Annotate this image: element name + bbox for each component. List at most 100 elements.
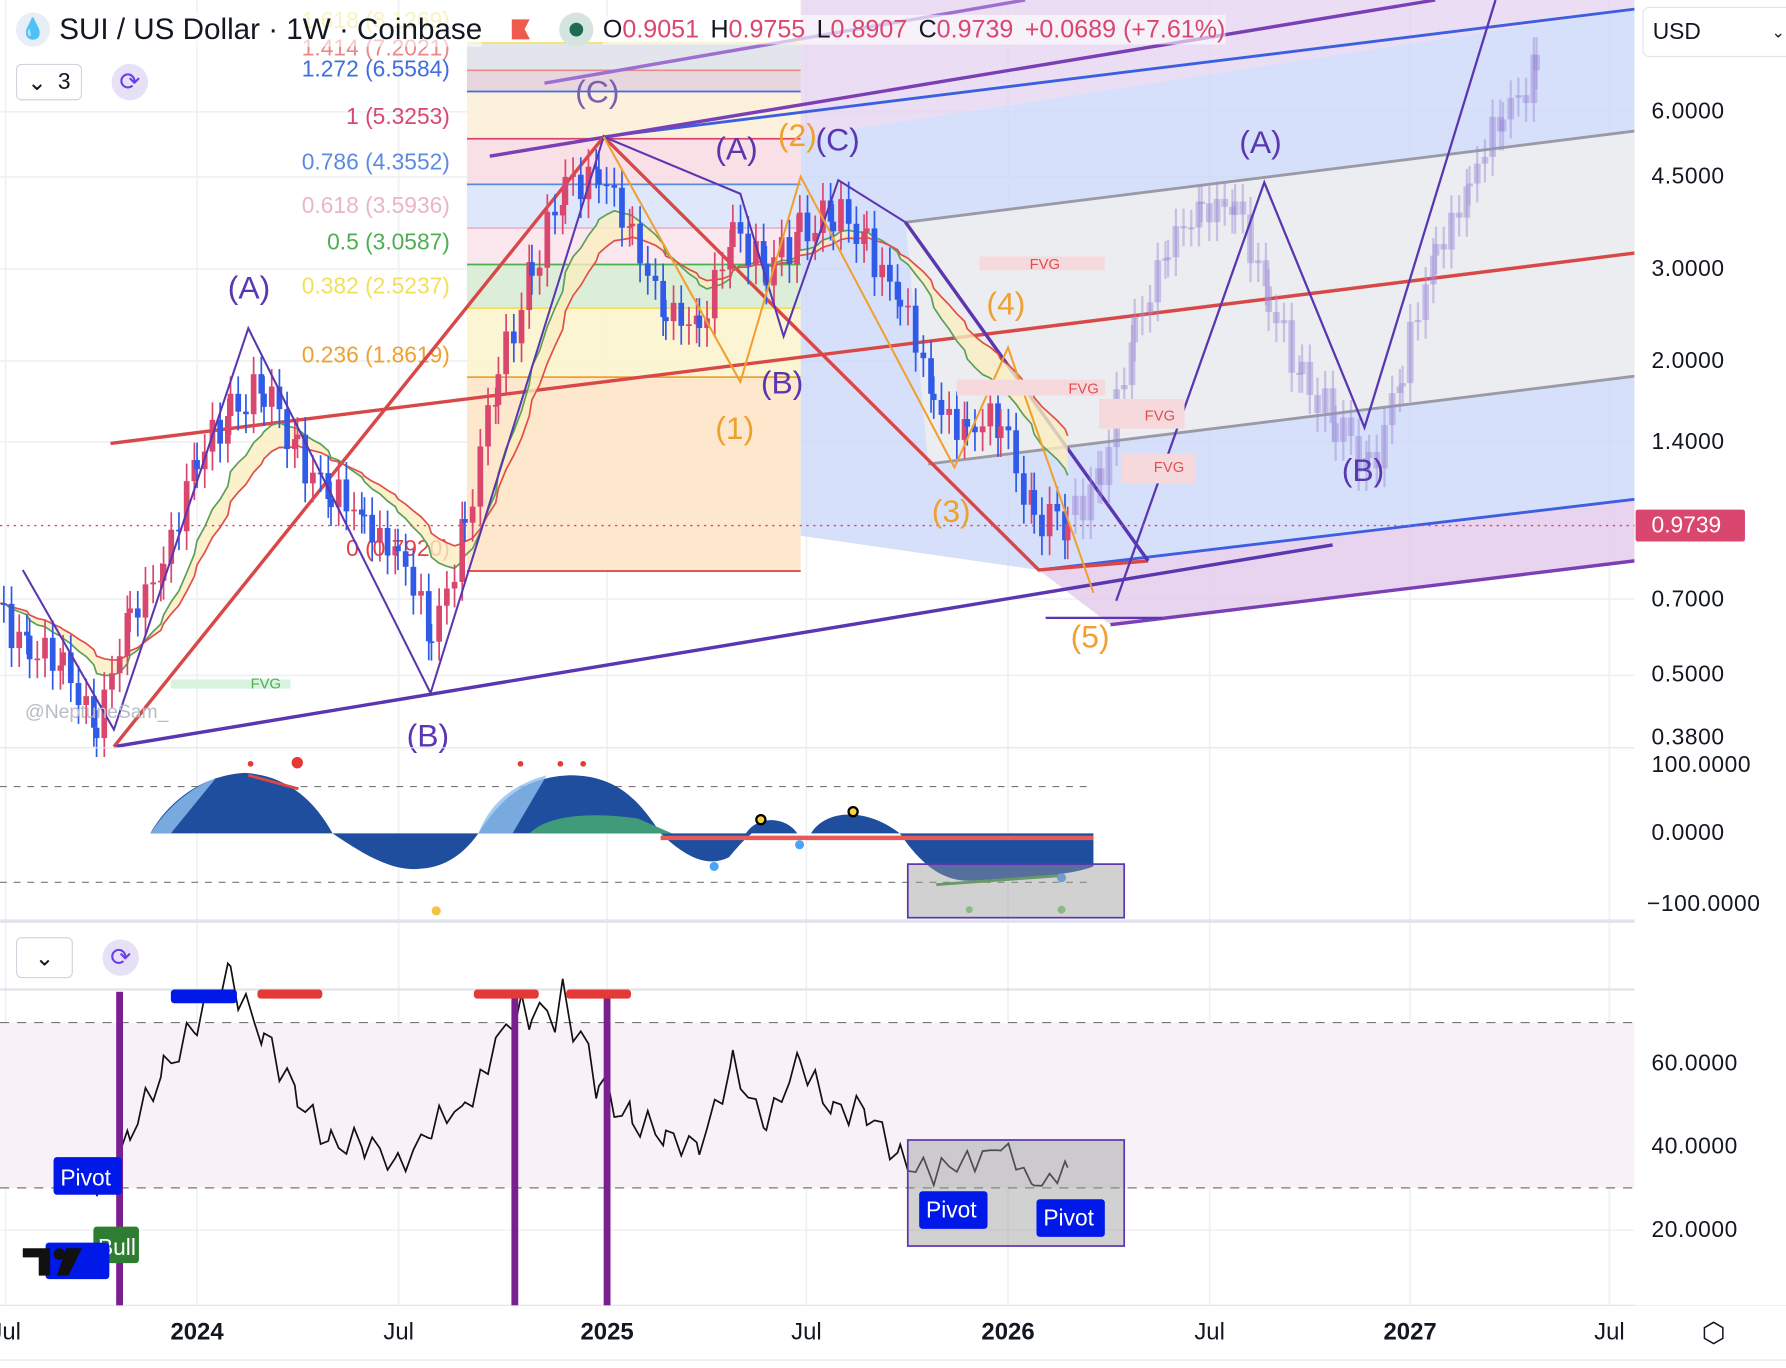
- candle-body: [786, 237, 793, 265]
- candle-body: [0, 603, 7, 606]
- projected-candle: [1339, 417, 1347, 442]
- flag-icon[interactable]: [511, 18, 531, 40]
- candle-body: [328, 499, 334, 508]
- rsi-pane[interactable]: Pivot Pivot Pivot Bull: [0, 961, 1635, 1306]
- candle-body: [235, 393, 242, 412]
- candle-body: [428, 641, 435, 644]
- sync-icon[interactable]: ⟳: [102, 939, 139, 976]
- pane-collapse-button[interactable]: ⌄: [15, 937, 73, 979]
- chart-canvas[interactable]: 1.618 (8.1269)1.414 (7.2021)1.272 (6.558…: [0, 0, 1786, 1368]
- candle-body: [871, 228, 878, 278]
- price-tick: 4.5000: [1651, 164, 1725, 190]
- fvg-label: FVG: [1145, 409, 1175, 425]
- candle-body: [1020, 473, 1027, 505]
- projected-candle: [1239, 201, 1247, 215]
- candle-body: [377, 528, 383, 543]
- watermark: @NeptuneSam_: [25, 701, 169, 723]
- projected-candle: [1466, 183, 1473, 187]
- projected-candle: [1105, 447, 1113, 486]
- fvg-label: FVG: [1154, 460, 1184, 476]
- chart-workspace[interactable]: 1.618 (8.1269)1.414 (7.2021)1.272 (6.558…: [0, 0, 1786, 1368]
- projected-candle: [1097, 468, 1105, 486]
- projected-candle: [1213, 198, 1221, 223]
- time-tick: Jul: [1594, 1318, 1625, 1346]
- wave-label-c: (C): [816, 121, 860, 157]
- projected-candle: [1231, 201, 1239, 215]
- candle-body: [361, 514, 368, 517]
- time-tick: Jul: [791, 1318, 822, 1346]
- candle-body: [611, 185, 618, 188]
- symbol-title[interactable]: SUI / US Dollar · 1W · Coinbase: [59, 11, 483, 47]
- candle-body: [796, 212, 803, 232]
- oscillator-pane[interactable]: [0, 756, 1126, 919]
- last-price-label: 0.9739: [1635, 509, 1745, 542]
- projected-candle: [1414, 319, 1422, 323]
- candle-body: [503, 331, 509, 375]
- candle-body: [570, 174, 576, 177]
- candle-body: [670, 302, 677, 322]
- candle-body: [577, 174, 584, 200]
- candle-body: [629, 223, 636, 227]
- projected-candle: [1205, 203, 1213, 223]
- projected-candle: [1347, 417, 1355, 437]
- rsi-tick: 40.0000: [1651, 1134, 1738, 1160]
- candle-body: [284, 409, 290, 450]
- candle-body: [678, 302, 685, 326]
- wave-label-3: (3): [932, 493, 971, 529]
- candle-body: [830, 221, 837, 232]
- projected-candle: [1321, 388, 1329, 413]
- candle-body: [351, 509, 357, 512]
- candle-body: [845, 199, 852, 224]
- price-tick: 1.4000: [1651, 429, 1725, 455]
- candle-body: [294, 434, 301, 440]
- projected-candle: [1306, 361, 1314, 396]
- settings-icon[interactable]: ⬡: [1702, 1317, 1726, 1350]
- candle-body: [418, 591, 424, 596]
- oscillator-highlight-box[interactable]: [906, 863, 1126, 919]
- wave-label-b: (B): [761, 364, 803, 400]
- candle-body: [395, 546, 401, 552]
- fib-level-label: 0.618 (3.5936): [302, 192, 450, 218]
- candle-body: [979, 426, 986, 433]
- purple-trend-line[interactable]: [113, 543, 1333, 749]
- sync-icon[interactable]: ⟳: [111, 63, 149, 101]
- chevron-down-icon: ⌄: [1771, 22, 1785, 41]
- candle-body: [451, 581, 458, 589]
- projected-candle: [1180, 226, 1187, 229]
- projected-candle: [1288, 320, 1296, 373]
- market-status-icon[interactable]: [559, 11, 594, 47]
- projected-candle: [1198, 201, 1206, 204]
- projected-candle: [1515, 95, 1522, 98]
- rsi-vertical-marker: [603, 991, 611, 1306]
- currency-select[interactable]: USD ⌄: [1642, 6, 1786, 57]
- candle-body: [384, 528, 391, 556]
- candle-body: [495, 374, 502, 405]
- candle-body: [410, 566, 417, 596]
- rsi-tick: 60.0000: [1651, 1051, 1738, 1077]
- fib-band: [466, 264, 801, 309]
- projected-candle: [1071, 495, 1079, 516]
- projected-candle: [1120, 384, 1128, 390]
- candle-body: [637, 223, 643, 264]
- projected-candle: [1079, 495, 1087, 521]
- candle-body: [8, 603, 15, 649]
- candle-body: [544, 211, 551, 268]
- candle-body: [562, 176, 569, 205]
- price-tick: 0.5000: [1651, 662, 1725, 688]
- candle-body: [1005, 426, 1012, 431]
- projected-candle: [1164, 257, 1172, 260]
- candle-body: [603, 184, 610, 187]
- candle-body: [444, 588, 450, 606]
- candle-body: [518, 310, 525, 344]
- candle-body: [462, 519, 468, 523]
- candle-body: [619, 187, 625, 228]
- projected-candle: [1146, 302, 1154, 314]
- price-axis[interactable]: [1634, 0, 1786, 1306]
- time-tick: 2027: [1383, 1318, 1437, 1346]
- projected-candle: [1138, 313, 1146, 317]
- candle-body: [335, 479, 342, 508]
- candle-body: [912, 305, 919, 353]
- indicators-collapse-button[interactable]: ⌄ 3: [15, 63, 83, 101]
- droplet-icon: 💧: [15, 11, 51, 47]
- candle-body: [16, 631, 23, 649]
